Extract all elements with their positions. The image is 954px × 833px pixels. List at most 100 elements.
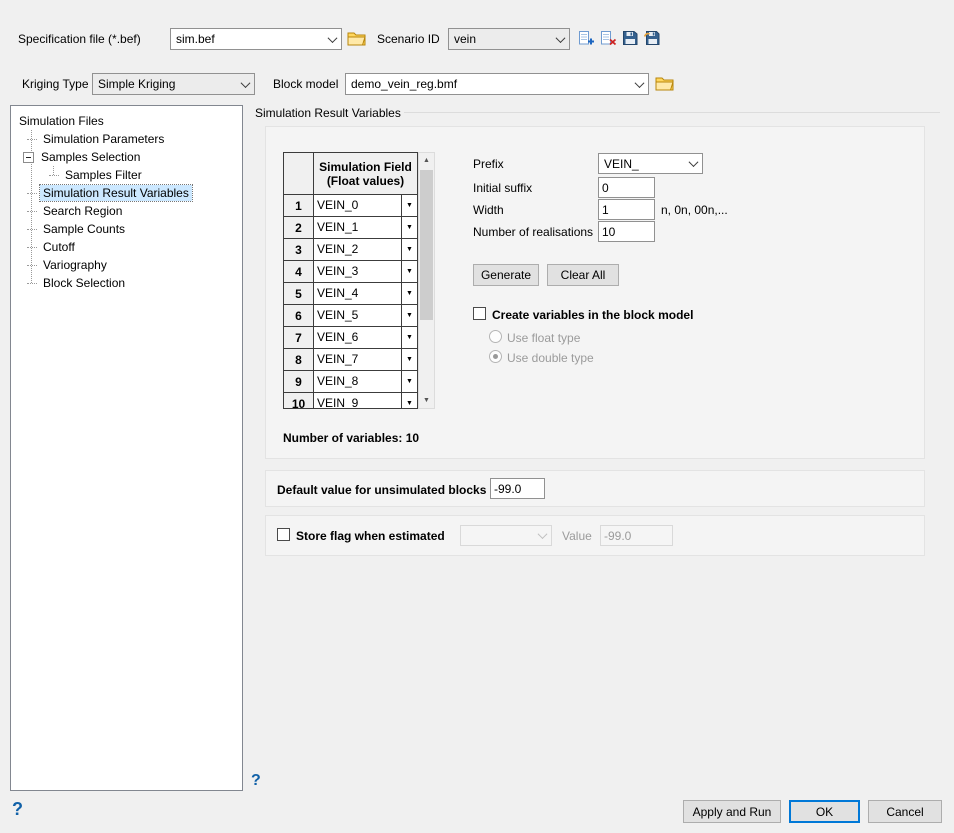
table-scrollbar[interactable]: ▲ ▼ [418,152,435,409]
dropdown-arrow-icon[interactable]: ▼ [401,393,417,409]
clear-all-button[interactable]: Clear All [547,264,619,286]
tree-item-block-selection[interactable]: Block Selection [11,274,242,292]
kriging-type-combo[interactable]: Simple Kriging [92,73,255,95]
simulation-field-cell[interactable]: VEIN_2▼ [314,239,417,261]
store-flag-label[interactable]: Store flag when estimated [296,529,445,543]
simulation-field-cell[interactable]: VEIN_0▼ [314,195,417,217]
row-number: 2 [284,217,314,239]
cell-value: VEIN_7 [314,349,401,370]
block-model-browse-button[interactable] [655,75,674,92]
initial-suffix-input[interactable] [598,177,655,198]
scenario-id-combo[interactable]: vein [448,28,570,50]
simulation-field-cell[interactable]: VEIN_7▼ [314,349,417,371]
dropdown-arrow-icon[interactable]: ▼ [401,349,417,370]
dropdown-arrow-icon[interactable]: ▼ [401,239,417,260]
tree-item-simulation-result-variables[interactable]: Simulation Result Variables [11,184,242,202]
scenario-id-value: vein [449,29,552,49]
tree-item-samples-selection[interactable]: Samples Selection [11,148,242,166]
dropdown-arrow-icon[interactable]: ▼ [401,283,417,304]
save-scenario-icon [622,34,638,49]
simulation-dialog: Specification file (*.bef) sim.bef Scena… [0,0,954,833]
delete-scenario-button[interactable] [600,30,617,47]
default-value-label: Default value for unsimulated blocks [277,483,486,497]
tree-item-label: Variography [40,257,110,273]
tree-connector [27,139,37,140]
chevron-down-icon[interactable] [631,74,648,94]
dropdown-arrow-icon[interactable]: ▼ [401,261,417,282]
group-title: Simulation Result Variables [255,106,401,120]
table-header: Simulation Field (Float values) [284,153,417,195]
save-as-scenario-button[interactable] [644,30,661,46]
simulation-field-cell[interactable]: VEIN_6▼ [314,327,417,349]
row-number: 10 [284,393,314,409]
scroll-down-icon[interactable]: ▼ [419,393,434,408]
chevron-down-icon[interactable] [324,29,341,49]
tree-item-label: Sample Counts [40,221,128,237]
realisations-input[interactable] [598,221,655,242]
apply-and-run-button[interactable]: Apply and Run [683,800,781,823]
cell-value: VEIN_1 [314,217,401,238]
dropdown-arrow-icon[interactable]: ▼ [401,195,417,216]
prefix-combo[interactable]: VEIN_ [598,153,703,174]
cell-value: VEIN_6 [314,327,401,348]
tree-item-search-region[interactable]: Search Region [11,202,242,220]
simulation-field-cell[interactable]: VEIN_5▼ [314,305,417,327]
simulation-field-cell[interactable]: VEIN_4▼ [314,283,417,305]
block-model-combo[interactable]: demo_vein_reg.bmf [345,73,649,95]
create-variables-checkbox[interactable] [473,307,486,320]
block-model-value: demo_vein_reg.bmf [346,74,631,94]
tree-connector [49,175,59,176]
ok-button[interactable]: OK [789,800,860,823]
spec-file-combo[interactable]: sim.bef [170,28,342,50]
use-double-radio [489,350,502,363]
tree-item-sample-counts[interactable]: Sample Counts [11,220,242,238]
tree-item-label: Simulation Result Variables [40,185,192,201]
scrollbar-thumb[interactable] [420,170,433,320]
tree-item-simulation-files[interactable]: Simulation Files [11,112,242,130]
collapse-icon[interactable] [23,152,34,163]
cancel-button[interactable]: Cancel [868,800,942,823]
tree-item-label: Simulation Files [16,113,107,129]
row-number: 3 [284,239,314,261]
help-icon[interactable]: ? [12,799,23,820]
default-value-input[interactable] [490,478,545,499]
width-input[interactable] [598,199,655,220]
help-icon[interactable]: ? [251,772,261,790]
tree-item-samples-filter[interactable]: Samples Filter [11,166,242,184]
tree-item-variography[interactable]: Variography [11,256,242,274]
table-row: 6VEIN_5▼ [284,305,417,327]
generate-button[interactable]: Generate [473,264,539,286]
chevron-down-icon[interactable] [685,154,702,173]
simulation-field-cell[interactable]: VEIN_9▼ [314,393,417,409]
dropdown-arrow-icon[interactable]: ▼ [401,217,417,238]
tree-connector [27,283,37,284]
chevron-down-icon[interactable] [237,74,254,94]
tree-item-simulation-parameters[interactable]: Simulation Parameters [11,130,242,148]
spec-file-browse-button[interactable] [347,30,366,47]
dropdown-arrow-icon[interactable]: ▼ [401,371,417,392]
cell-value: VEIN_2 [314,239,401,260]
table-row: 9VEIN_8▼ [284,371,417,393]
chevron-down-icon[interactable] [552,29,569,49]
tree-item-label: Samples Selection [38,149,143,165]
chevron-down-icon [534,526,551,545]
tree-item-cutoff[interactable]: Cutoff [11,238,242,256]
simulation-field-cell[interactable]: VEIN_3▼ [314,261,417,283]
navigation-tree: Simulation Files Simulation Parameters S… [10,105,243,791]
create-variables-label[interactable]: Create variables in the block model [492,308,693,322]
simulation-field-table: Simulation Field (Float values) 1VEIN_0▼… [283,152,418,409]
scroll-up-icon[interactable]: ▲ [419,153,434,168]
simulation-field-cell[interactable]: VEIN_8▼ [314,371,417,393]
cell-value: VEIN_9 [314,393,401,409]
prefix-label: Prefix [473,157,504,171]
folder-icon [347,35,366,50]
save-scenario-button[interactable] [622,30,638,46]
simulation-field-cell[interactable]: VEIN_1▼ [314,217,417,239]
flag-value-input [600,525,673,546]
new-scenario-button[interactable] [578,30,595,47]
table-header-line2: (Float values) [314,174,417,188]
row-number: 7 [284,327,314,349]
store-flag-checkbox[interactable] [277,528,290,541]
dropdown-arrow-icon[interactable]: ▼ [401,327,417,348]
dropdown-arrow-icon[interactable]: ▼ [401,305,417,326]
